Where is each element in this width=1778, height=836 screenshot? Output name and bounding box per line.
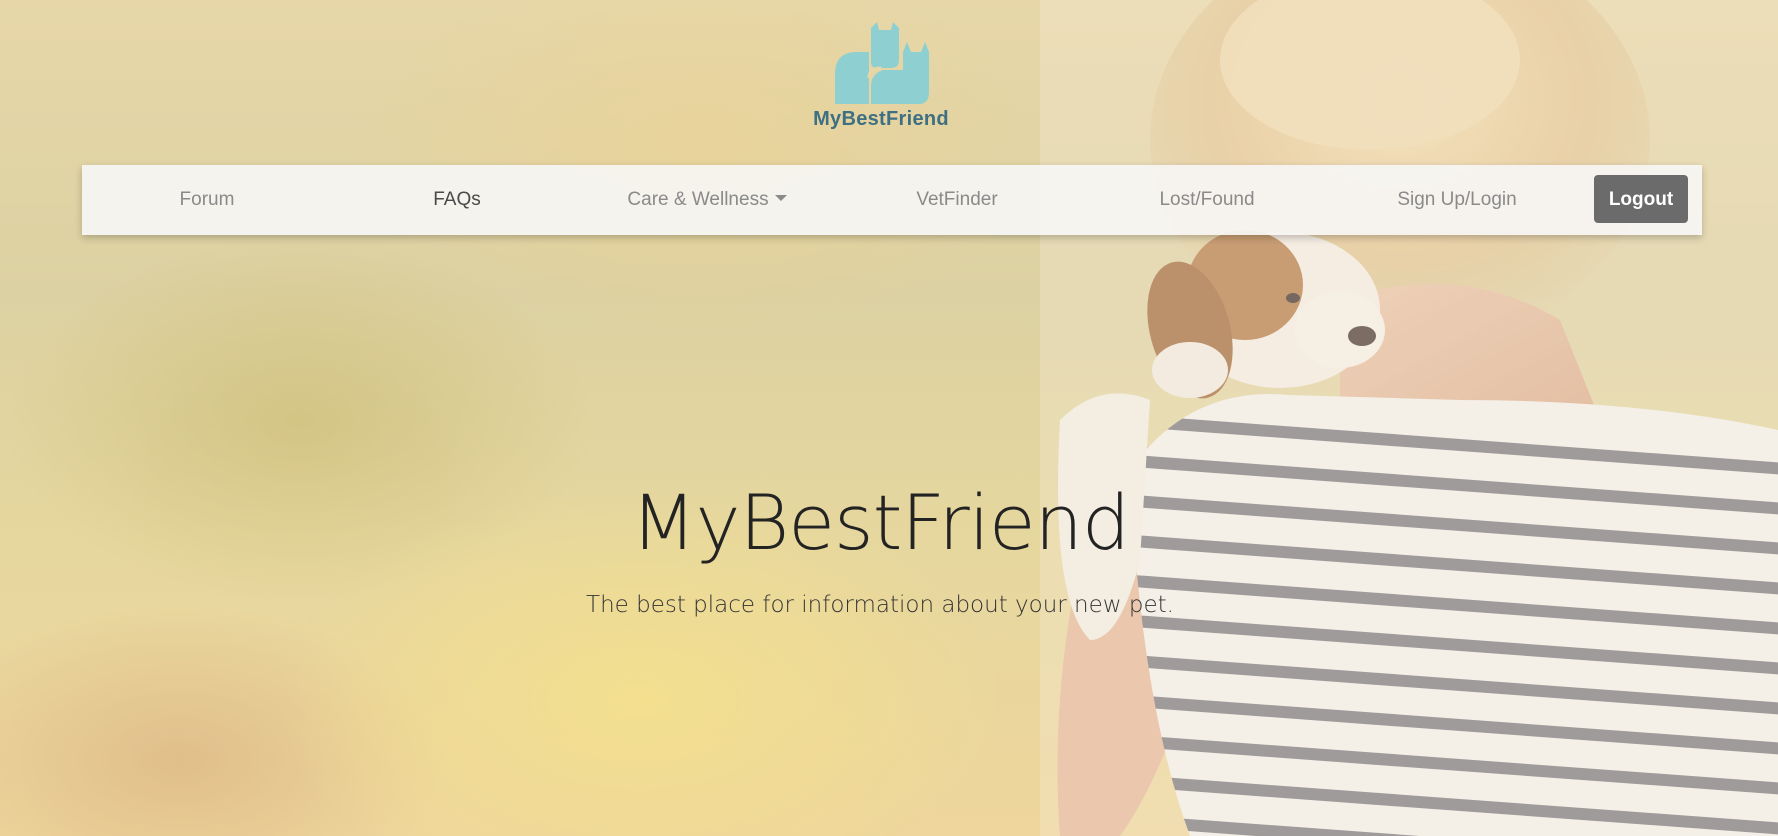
site-logo[interactable]: MyBestFriend	[808, 22, 954, 131]
nav-item-faqs[interactable]: FAQs	[332, 189, 582, 211]
nav-item-signup-login[interactable]: Sign Up/Login	[1332, 189, 1582, 211]
main-navbar: Forum FAQs Care & Wellness VetFinder Los…	[82, 165, 1702, 235]
nav-item-forum[interactable]: Forum	[82, 189, 332, 211]
nav-item-care-wellness[interactable]: Care & Wellness	[582, 189, 832, 211]
caret-down-icon	[774, 195, 787, 201]
logout-button[interactable]: Logout	[1594, 175, 1688, 223]
logo-text: MyBestFriend	[813, 108, 949, 130]
hero-subtitle: The best place for information about you…	[586, 592, 1174, 618]
landing-page: MyBestFriend Forum FAQs Care & Wellness …	[0, 0, 1778, 836]
hero-title: MyBestFriend	[630, 478, 1130, 567]
hero-background-photo	[1040, 0, 1778, 836]
nav-item-lost-found[interactable]: Lost/Found	[1082, 189, 1332, 211]
two-cats-logo-icon	[835, 22, 929, 104]
nav-item-vetfinder[interactable]: VetFinder	[832, 189, 1082, 211]
nav-item-care-wellness-label: Care & Wellness	[627, 189, 769, 210]
